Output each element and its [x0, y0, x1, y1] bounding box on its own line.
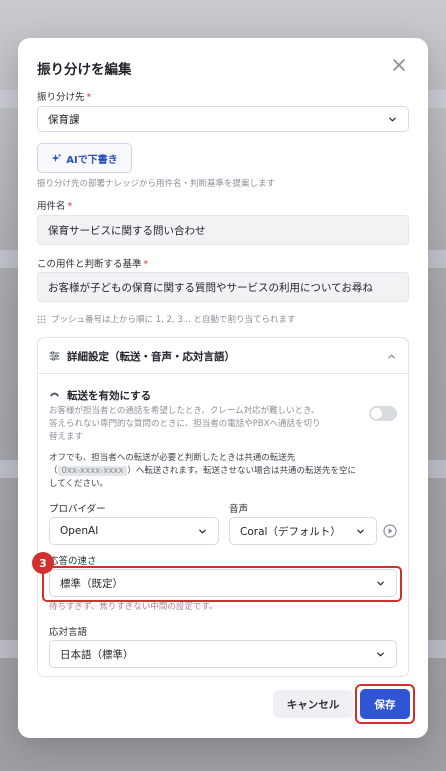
phone-transfer-icon [50, 392, 59, 397]
voice-select[interactable]: Coral（デフォルト） [229, 517, 377, 545]
sliders-icon [49, 351, 60, 361]
ai-draft-label: AIで下書き [66, 154, 118, 166]
chevron-up-icon[interactable] [387, 352, 396, 361]
required-mark: * [67, 201, 73, 212]
ai-draft-button[interactable]: AIで下書き [37, 143, 132, 173]
advanced-settings-header[interactable]: 詳細設定（転送・音声・応対言語） [38, 338, 408, 374]
transfer-off-note-line: してください。 [49, 479, 108, 489]
provider-value: OpenAI [60, 525, 99, 537]
transfer-description-line: 答えられない専門的な質問のときに、担当者の電話やPBXへ通話を切り [49, 419, 321, 429]
play-preview-icon[interactable] [383, 524, 397, 538]
transfer-description-line: お客様が担当者との通話を希望したとき、クレーム対応が難しいとき、 [49, 406, 320, 416]
language-select[interactable]: 日本語（標準） [49, 640, 397, 668]
language-label: 応対言語 [49, 627, 88, 638]
cancel-button[interactable]: キャンセル [273, 690, 353, 718]
speed-highlight-box [42, 566, 402, 602]
chevron-down-icon [357, 529, 364, 534]
destination-value: 保育課 [48, 113, 80, 126]
advanced-settings-panel: 詳細設定（転送・音声・応対言語） 転送を有効にする お客様が担当者との通話を希望… [37, 337, 409, 677]
push-number-hint-text: プッシュ番号は上から順に 1, 2, 3... と自動で割り当てられます [51, 315, 296, 325]
paren-open: （ [49, 466, 58, 476]
transfer-toggle[interactable] [369, 406, 397, 421]
ai-draft-hint: 振り分け先の部署ナレッジから用件名・判断基準を提案します [37, 179, 276, 189]
criteria-label-text: この用件と判断する基準 [37, 259, 142, 270]
subject-label-text: 用件名 [37, 201, 66, 212]
transfer-off-note-line: オフでも、担当者への転送が必要と判断したときは共通の転送先 [49, 453, 296, 463]
speed-label: 応答の速さ [49, 556, 97, 567]
sparkle-icon [51, 152, 62, 162]
voice-value: Coral（デフォルト） [240, 525, 341, 538]
dial-pad-icon [37, 315, 46, 323]
provider-label: プロバイダー [49, 504, 106, 515]
close-icon[interactable] [390, 56, 408, 74]
masked-phone-number: 0xx-xxxx-xxxx [57, 466, 128, 476]
subject-input[interactable]: 保育サービスに関する問い合わせ [37, 215, 409, 245]
required-mark: * [86, 92, 92, 103]
transfer-off-note-line: （0xx-xxxx-xxxx ）へ転送されます。転送させない場合は共通の転送先を空… [49, 465, 356, 478]
destination-label: 振り分け先 * [37, 89, 91, 103]
dialog-title: 振り分けを編集 [37, 62, 132, 78]
criteria-label: この用件と判断する基準 * [37, 256, 148, 270]
destination-label-text: 振り分け先 [37, 92, 85, 103]
transfer-off-note: オフでも、担当者への転送が必要と判断したときは共通の転送先 （0xx-xxxx-… [49, 452, 356, 491]
chevron-down-icon [389, 117, 396, 122]
transfer-description: お客様が担当者との通話を希望したとき、クレーム対応が難しいとき、 答えられない専… [49, 405, 321, 444]
save-button[interactable]: 保存 [360, 689, 410, 719]
required-mark: * [143, 259, 149, 270]
chevron-down-icon [199, 529, 206, 534]
transfer-toggle-title: 転送を有効にする [67, 390, 152, 402]
transfer-off-note-text: ）へ転送されます。転送させない場合は共通の転送先を空に [127, 466, 357, 476]
provider-select[interactable]: OpenAI [49, 517, 219, 545]
language-value: 日本語（標準） [60, 648, 134, 661]
chevron-down-icon [377, 652, 384, 657]
destination-select[interactable]: 保育課 [37, 106, 409, 132]
advanced-settings-title: 詳細設定（転送・音声・応対言語） [67, 351, 235, 363]
edit-routing-dialog: 振り分けを編集 振り分け先 * 保育課 AIで下書き 振り分け先の部署ナレッジから… [18, 38, 428, 738]
criteria-input[interactable]: お客様が子どもの保育に関する質問やサービスの利用についてお尋ね [37, 272, 409, 302]
voice-label: 音声 [229, 504, 249, 515]
transfer-description-line: 替えます [49, 432, 84, 442]
push-number-hint: プッシュ番号は上から順に 1, 2, 3... と自動で割り当てられます [37, 313, 296, 325]
subject-label: 用件名 * [37, 198, 72, 212]
step-badge: 3 [32, 552, 54, 574]
